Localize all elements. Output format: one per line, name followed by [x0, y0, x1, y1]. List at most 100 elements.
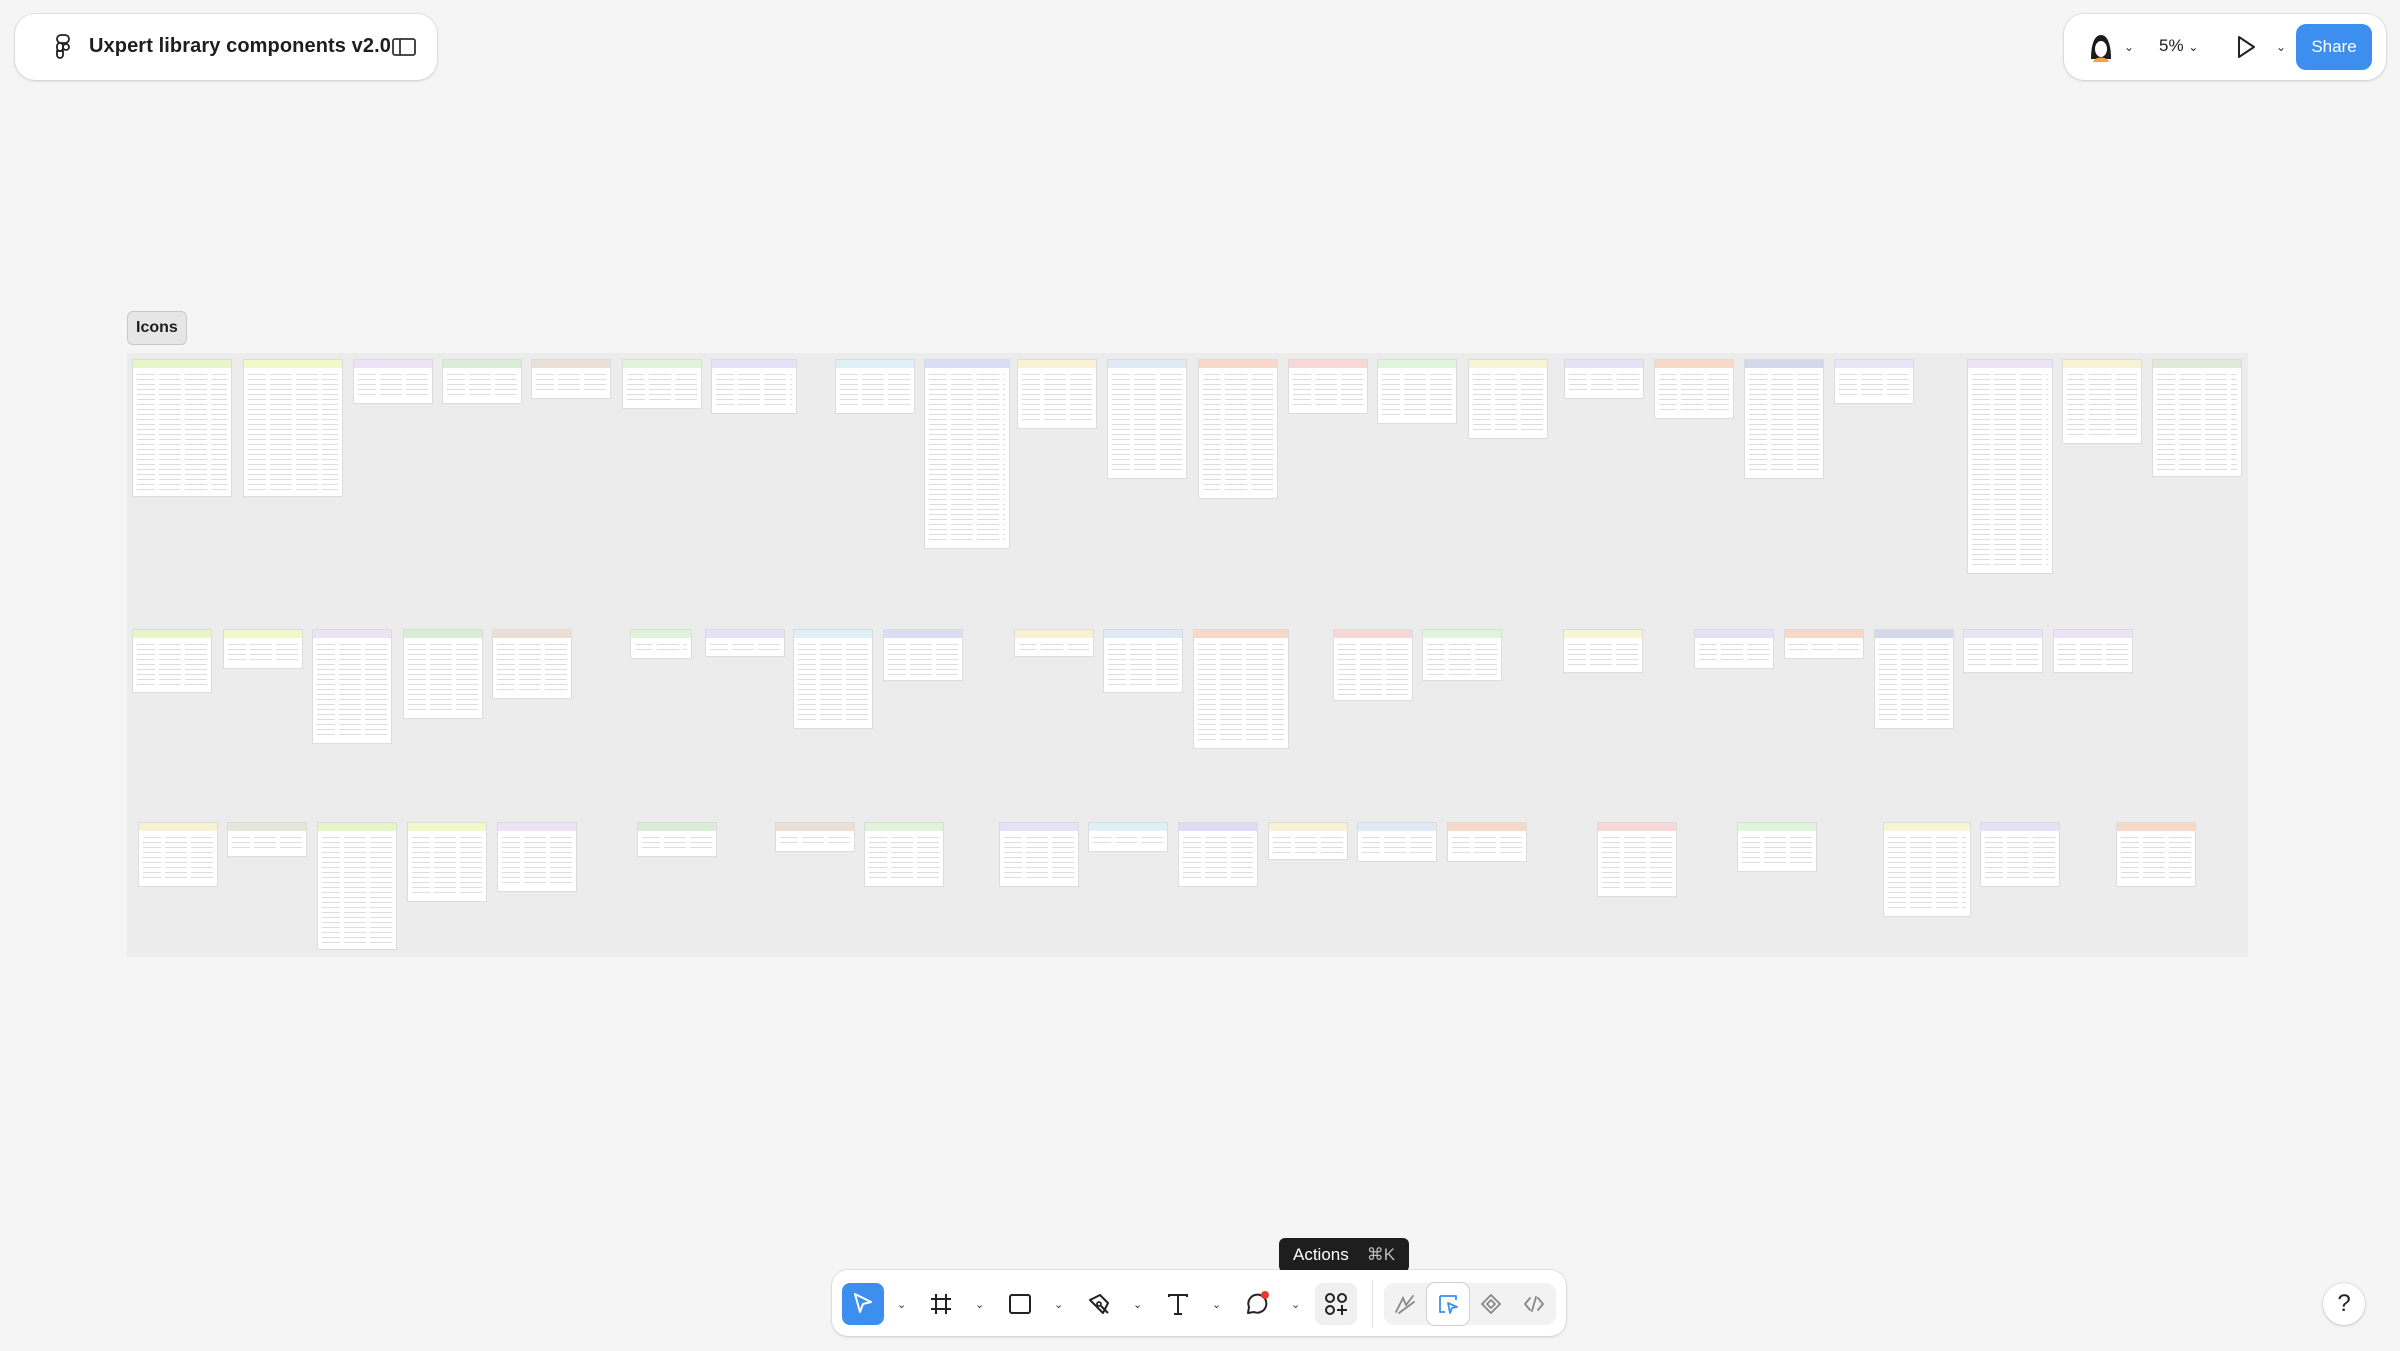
icon-group-frame[interactable]	[407, 822, 487, 902]
icon-group-frame[interactable]	[1017, 359, 1097, 429]
present-chevron-down-icon[interactable]: ⌄	[2276, 40, 2286, 54]
pen-tool-chevron-icon[interactable]: ⌄	[1133, 1298, 1142, 1311]
icon-group-frame[interactable]	[132, 359, 232, 497]
icon-group-frame[interactable]	[403, 629, 483, 719]
icon-group-frame[interactable]	[1784, 629, 1864, 659]
icon-group-frame[interactable]	[1744, 359, 1824, 479]
frame-header	[2153, 360, 2241, 368]
icon-group-frame[interactable]	[1193, 629, 1289, 749]
share-button[interactable]: Share	[2296, 24, 2372, 70]
icon-group-frame[interactable]	[775, 822, 855, 852]
icon-group-frame[interactable]	[1654, 359, 1734, 419]
dev-mode-button[interactable]	[1513, 1283, 1555, 1325]
icon-group-frame[interactable]	[243, 359, 343, 497]
icon-group-frame[interactable]	[2116, 822, 2196, 887]
move-tool-button[interactable]	[842, 1283, 884, 1325]
icon-group-frame[interactable]	[1980, 822, 2060, 887]
icons-section[interactable]	[127, 353, 2248, 957]
icon-group-frame[interactable]	[883, 629, 963, 681]
icon-group-frame[interactable]	[2152, 359, 2242, 477]
icon-group-frame[interactable]	[793, 629, 873, 729]
frame-header	[1000, 823, 1078, 831]
icon-group-frame[interactable]	[630, 629, 692, 659]
icon-group-frame[interactable]	[1377, 359, 1457, 424]
icon-group-frame[interactable]	[1694, 629, 1774, 669]
icon-group-frame[interactable]	[1288, 359, 1368, 414]
icon-group-frame[interactable]	[442, 359, 522, 404]
icon-group-frame[interactable]	[132, 629, 212, 693]
icon-group-frame[interactable]	[497, 822, 577, 892]
icon-group-frame[interactable]	[227, 822, 307, 857]
icon-group-frame[interactable]	[1107, 359, 1187, 479]
icon-group-frame[interactable]	[1967, 359, 2053, 574]
design-cursor-icon	[1439, 1295, 1458, 1314]
icon-group-frame[interactable]	[2053, 629, 2133, 673]
draw-mode-button[interactable]	[1384, 1283, 1426, 1325]
icon-group-frame[interactable]	[1333, 629, 1413, 701]
frame-tool-chevron-icon[interactable]: ⌄	[975, 1298, 984, 1311]
icon-group-frame[interactable]	[492, 629, 572, 699]
icon-group-frame[interactable]	[317, 822, 397, 950]
icon-group-frame[interactable]	[2062, 359, 2142, 444]
icon-group-frame[interactable]	[1014, 629, 1094, 657]
file-title[interactable]: Uxpert library components v2.0	[89, 35, 391, 58]
rectangle-tool-chevron-icon[interactable]: ⌄	[1054, 1298, 1063, 1311]
icon-group-frame[interactable]	[864, 822, 944, 887]
section-label[interactable]: Icons	[127, 311, 187, 345]
move-tool-chevron-icon[interactable]: ⌄	[897, 1298, 906, 1311]
icon-group-frame[interactable]	[531, 359, 611, 399]
figma-menu-icon[interactable]	[49, 32, 77, 62]
zoom-dropdown[interactable]: 5% ⌄	[2159, 36, 2198, 56]
icon-group-frame[interactable]	[705, 629, 785, 657]
frame-header	[1448, 823, 1526, 831]
frame-columns	[1655, 370, 1733, 418]
icon-group-frame[interactable]	[999, 822, 1079, 887]
frame-columns	[1875, 640, 1953, 728]
actions-grid-icon	[1325, 1293, 1347, 1315]
icon-group-frame[interactable]	[138, 822, 218, 887]
icon-group-frame[interactable]	[1874, 629, 1954, 729]
rectangle-tool-button[interactable]	[999, 1283, 1041, 1325]
icon-group-frame[interactable]	[353, 359, 433, 404]
icon-group-frame[interactable]	[312, 629, 392, 744]
icon-group-frame[interactable]	[1597, 822, 1677, 897]
avatar-chevron-down-icon[interactable]: ⌄	[2124, 40, 2134, 54]
icon-group-frame[interactable]	[1268, 822, 1348, 860]
icon-group-frame[interactable]	[1883, 822, 1971, 917]
frame-header	[712, 360, 796, 368]
frame-columns	[1179, 833, 1257, 886]
pen-tool-button[interactable]	[1078, 1283, 1120, 1325]
comment-tool-button[interactable]	[1236, 1283, 1278, 1325]
present-play-icon[interactable]	[2230, 32, 2260, 62]
avatar[interactable]	[2083, 29, 2119, 65]
icon-group-frame[interactable]	[1357, 822, 1437, 862]
component-mode-button[interactable]	[1470, 1283, 1512, 1325]
comment-tool-chevron-icon[interactable]: ⌄	[1291, 1298, 1300, 1311]
design-mode-button[interactable]	[1427, 1283, 1469, 1325]
sidebar-toggle-icon[interactable]	[391, 36, 417, 58]
icon-group-frame[interactable]	[1564, 359, 1644, 399]
icon-group-frame[interactable]	[1178, 822, 1258, 887]
icon-group-frame[interactable]	[1737, 822, 1817, 872]
icon-group-frame[interactable]	[1563, 629, 1643, 673]
frame-header	[865, 823, 943, 831]
frame-tool-button[interactable]	[920, 1283, 962, 1325]
icon-group-frame[interactable]	[1422, 629, 1502, 681]
icon-group-frame[interactable]	[1963, 629, 2043, 673]
icon-group-frame[interactable]	[1834, 359, 1914, 404]
actions-tool-button[interactable]	[1315, 1283, 1357, 1325]
icon-group-frame[interactable]	[1198, 359, 1278, 499]
icon-group-frame[interactable]	[1103, 629, 1183, 693]
icon-group-frame[interactable]	[223, 629, 303, 669]
text-tool-button[interactable]	[1157, 1283, 1199, 1325]
icon-group-frame[interactable]	[1088, 822, 1168, 852]
text-tool-chevron-icon[interactable]: ⌄	[1212, 1298, 1221, 1311]
icon-group-frame[interactable]	[711, 359, 797, 414]
help-button[interactable]: ?	[2323, 1283, 2365, 1325]
icon-group-frame[interactable]	[924, 359, 1010, 549]
icon-group-frame[interactable]	[637, 822, 717, 857]
icon-group-frame[interactable]	[1447, 822, 1527, 862]
icon-group-frame[interactable]	[835, 359, 915, 414]
icon-group-frame[interactable]	[622, 359, 702, 409]
icon-group-frame[interactable]	[1468, 359, 1548, 439]
